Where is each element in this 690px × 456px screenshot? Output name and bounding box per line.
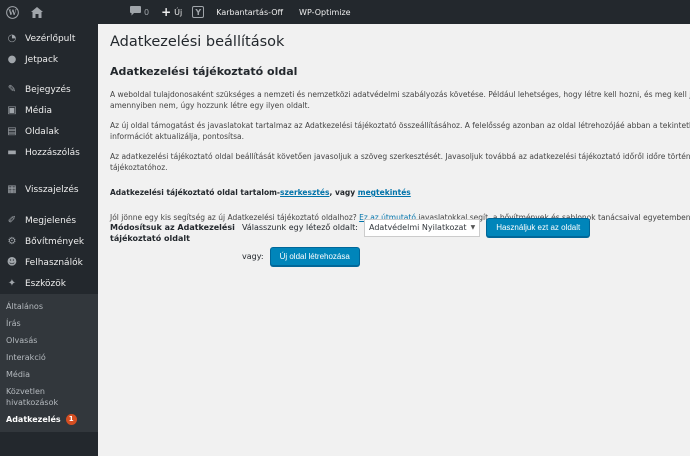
select-prompt: Válasszunk egy létező oldalt: xyxy=(242,223,358,232)
selected-page: Adatvédelmi Nyilatkozat xyxy=(369,223,467,232)
submenu-item-label: Interakció xyxy=(6,353,46,362)
advice-line-2: tájékoztatóhoz. xyxy=(110,163,168,172)
admin-bar: W 0 + Új Y Karbantartás-Off WP-Optimize xyxy=(0,0,690,24)
submenu-item-label: Adatkezelés xyxy=(6,415,61,424)
sidebar-item-3[interactable]: ✎ Bejegyzés xyxy=(0,79,98,100)
support-line-1: Az új oldal támogatást és javaslatokat t… xyxy=(110,121,690,130)
use-page-button[interactable]: Használjuk ezt az oldalt xyxy=(486,218,591,237)
dashboard-icon: ◔ xyxy=(7,33,17,44)
form-fields: Válasszunk egy létező oldalt: Adatvédelm… xyxy=(242,218,591,266)
sidebar-item-label: Hozzászólás xyxy=(25,147,80,158)
sidebar-item-4[interactable]: ▣ Média xyxy=(0,100,98,121)
sidebar-item-9[interactable]: ⚙ Bővítmények xyxy=(0,231,98,252)
wp-optimize-menu[interactable]: WP-Optimize xyxy=(291,0,359,24)
intro-line-1: A weboldal tulajdonosaként szükséges a n… xyxy=(110,90,690,99)
sidebar-item-7[interactable]: ▦ Visszajelzés xyxy=(0,179,98,200)
submenu-item-label: Írás xyxy=(6,319,21,328)
sidebar-item-label: Visszajelzés xyxy=(25,184,79,195)
submenu-item-3[interactable]: Olvasás xyxy=(0,332,98,349)
comment-icon: ▬ xyxy=(7,147,17,158)
comment-icon xyxy=(130,6,141,18)
comments-count: 0 xyxy=(144,7,150,17)
new-label: Új xyxy=(174,7,183,17)
sidebar-item-label: Eszközök xyxy=(25,278,66,289)
plus-icon: + xyxy=(161,5,172,19)
home-icon[interactable] xyxy=(24,0,50,24)
advice-line-1: Az adatkezelési tájékoztató oldal beállí… xyxy=(110,152,690,161)
svg-text:W: W xyxy=(7,8,17,17)
form-label: Módosítsuk az Adatkezelési tájékoztató o… xyxy=(110,223,235,243)
page-icon: ▤ xyxy=(7,126,17,137)
or-label: vagy: xyxy=(242,252,264,261)
menu-separator xyxy=(0,163,98,179)
menu-separator xyxy=(0,200,98,210)
submenu-item-5[interactable]: Média xyxy=(0,366,98,383)
sidebar-item-6[interactable]: ▬ Hozzászólás xyxy=(0,142,98,163)
select-row: Válasszunk egy létező oldalt: Adatvédelm… xyxy=(242,218,591,237)
wordpress-logo-icon[interactable]: W xyxy=(0,0,24,24)
submenu-item-label: Közvetlen hivatkozások xyxy=(6,387,59,407)
support-paragraph: Az új oldal támogatást és javaslatokat t… xyxy=(110,120,690,142)
intro-line-2: amennyiben nem, úgy hozzunk létre egy il… xyxy=(110,101,310,110)
sidebar-item-label: Megjelenés xyxy=(25,215,77,226)
new-content-button[interactable]: + Új xyxy=(155,0,188,24)
settings-submenu: Általános Írás Olvasás Interakció Média Közve… xyxy=(0,294,98,432)
plugin-icon: ⚙ xyxy=(7,236,17,247)
sidebar-item-11[interactable]: ✦ Eszközök xyxy=(0,273,98,294)
submenu-item-label: Olvasás xyxy=(6,336,38,345)
menu-separator xyxy=(0,70,98,79)
content-links-paragraph: Adatkezelési tájékoztató oldal tartalom-… xyxy=(110,187,690,198)
submenu-item-1[interactable]: Általános xyxy=(0,298,98,315)
sidebar-item-label: Bejegyzés xyxy=(25,84,71,95)
submenu-item-label: Média xyxy=(6,370,31,379)
sidebar-item-label: Felhasználók xyxy=(25,257,83,268)
edit-link[interactable]: szerkesztés xyxy=(280,188,329,197)
pin-icon: ✎ xyxy=(7,84,17,95)
users-icon: ☻ xyxy=(6,257,18,268)
sidebar-item-5[interactable]: ▤ Oldalak xyxy=(0,121,98,142)
sidebar-item-label: Média xyxy=(25,105,53,116)
comments-link[interactable]: 0 xyxy=(124,0,155,24)
section-title: Adatkezelési tájékoztató oldal xyxy=(110,65,298,78)
sidebar-item-2[interactable]: ● Jetpack xyxy=(0,49,98,70)
sidebar-item-10[interactable]: ☻ Felhasználók xyxy=(0,252,98,273)
page-title: Adatkezelési beállítások xyxy=(110,34,285,50)
chevron-down-icon: ▼ xyxy=(470,224,476,231)
yoast-menu[interactable]: Y xyxy=(188,0,208,24)
brush-icon: ✐ xyxy=(7,215,17,226)
yoast-icon: Y xyxy=(192,6,205,18)
create-page-button[interactable]: Új oldal létrehozása xyxy=(269,247,360,266)
intro-paragraph: A weboldal tulajdonosaként szükséges a n… xyxy=(110,89,690,111)
create-row: vagy: Új oldal létrehozása xyxy=(242,247,590,266)
sidebar-item-label: Bővítmények xyxy=(25,236,85,247)
submenu-item-4[interactable]: Interakció xyxy=(0,349,98,366)
view-link[interactable]: megtekintés xyxy=(358,188,411,197)
page-select[interactable]: Adatvédelmi Nyilatkozat ▼ xyxy=(364,218,481,237)
submenu-item-7[interactable]: Adatkezelés 1 xyxy=(0,411,98,428)
sidebar-item-label: Oldalak xyxy=(25,126,60,137)
media-icon: ▣ xyxy=(7,105,17,116)
maintenance-toggle[interactable]: Karbantartás-Off xyxy=(208,0,291,24)
edit-advice-paragraph: Az adatkezelési tájékoztató oldal beállí… xyxy=(110,151,690,173)
feedback-icon: ▦ xyxy=(7,184,17,195)
support-line-2: információt aktualizálja, pontosítsa. xyxy=(110,132,244,141)
submenu-badge: 1 xyxy=(65,414,77,425)
sidebar-item-8[interactable]: ✐ Megjelenés xyxy=(0,210,98,231)
submenu-item-label: Általános xyxy=(6,302,43,311)
jetpack-icon: ● xyxy=(7,54,17,65)
content-prefix: Adatkezelési tájékoztató oldal tartalom- xyxy=(110,188,281,197)
content-mid: , vagy xyxy=(329,188,358,197)
sidebar-item-label: Vezérlőpult xyxy=(25,33,76,44)
sidebar-item-label: Jetpack xyxy=(25,54,59,65)
privacy-page-form: Módosítsuk az Adatkezelési tájékoztató o… xyxy=(110,218,591,266)
submenu-item-2[interactable]: Írás xyxy=(0,315,98,332)
wrench-icon: ✦ xyxy=(7,278,17,289)
sidebar-item-1[interactable]: ◔ Vezérlőpult xyxy=(0,28,98,49)
submenu-item-6[interactable]: Közvetlen hivatkozások xyxy=(0,383,98,411)
